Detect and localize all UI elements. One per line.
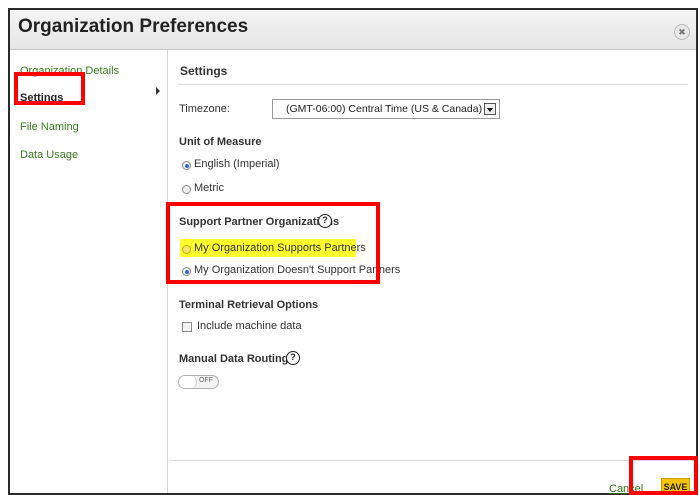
annotation-box-support-partners	[166, 202, 380, 284]
chevron-right-icon	[156, 87, 160, 95]
radio-english-imperial[interactable]	[182, 161, 191, 170]
unit-of-measure-heading: Unit of Measure	[179, 136, 262, 148]
radio-metric[interactable]	[182, 185, 191, 194]
include-machine-data-checkbox[interactable]	[182, 322, 192, 332]
sidebar: Organization Details Settings File Namin…	[10, 50, 168, 493]
divider	[178, 84, 688, 85]
dropdown-arrow-icon[interactable]	[484, 103, 496, 115]
annotation-box-settings	[14, 72, 85, 105]
page-title: Settings	[180, 64, 228, 78]
include-machine-data-label[interactable]: Include machine data	[197, 320, 302, 332]
toggle-state-label: OFF	[199, 377, 213, 384]
timezone-value: (GMT-06:00) Central Time (US & Canada)	[286, 103, 483, 115]
annotation-box-save	[629, 456, 698, 495]
sidebar-item-data-usage[interactable]: Data Usage	[20, 149, 78, 161]
dialog-title: Organization Preferences	[18, 16, 249, 37]
manual-routing-heading: Manual Data Routing	[179, 353, 289, 365]
radio-english-imperial-label[interactable]: English (Imperial)	[194, 158, 280, 170]
close-icon[interactable]: ✖	[674, 24, 690, 40]
terminal-retrieval-heading: Terminal Retrieval Options	[179, 299, 319, 311]
toggle-knob[interactable]	[179, 376, 197, 388]
manual-routing-toggle[interactable]: OFF	[178, 375, 219, 389]
divider	[169, 460, 696, 461]
sidebar-item-file-naming[interactable]: File Naming	[20, 121, 79, 133]
timezone-select[interactable]: (GMT-06:00) Central Time (US & Canada)	[272, 99, 500, 119]
dialog-titlebar: Organization Preferences ✖	[10, 10, 696, 50]
radio-metric-label[interactable]: Metric	[194, 182, 224, 194]
help-icon[interactable]: ?	[286, 351, 300, 365]
timezone-label: Timezone:	[179, 103, 230, 115]
